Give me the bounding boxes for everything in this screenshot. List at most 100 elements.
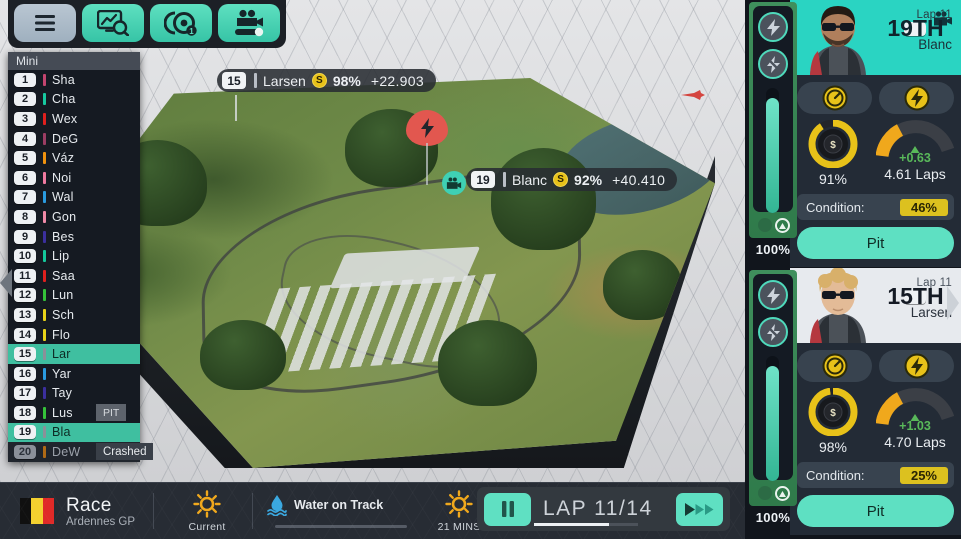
chart-search-icon [97,10,129,36]
svg-text:$: $ [830,140,836,151]
table-row[interactable]: 7 Wal [8,188,140,208]
svg-text:1: 1 [189,27,194,36]
tyre-compound-icon: S [311,73,327,88]
table-row[interactable]: 19 Bla [8,422,140,443]
weather-event-progress [275,525,408,528]
condition-value: 25% [899,466,948,484]
driver-nameplate-larsen[interactable]: 15 Larsen S 98% +22.903 [217,69,436,121]
table-row[interactable]: 11 Saa [8,266,140,286]
row-driver-name: Saa [52,268,75,283]
nameplate-team-color [254,73,257,88]
table-row[interactable]: 20 DeW Crashed [8,442,154,462]
energy-bolt-icon [904,85,929,111]
overtake-boost-button[interactable] [758,280,788,310]
driver-nameplate-blanc[interactable]: 19 Blanc S 92% +40.410 [442,168,678,195]
driver-position: 15TH [887,283,944,310]
camera-focus-badge[interactable] [442,171,466,195]
pit-button[interactable]: Pit [797,227,954,259]
table-row[interactable]: 16 Yar [8,364,140,384]
pit-button[interactable]: Pit [797,495,954,527]
menu-button[interactable] [14,4,76,42]
strategy-button[interactable]: 1 [150,4,212,42]
row-position: 14 [14,327,36,342]
nameplate-gap: +22.903 [370,72,424,89]
row-driver-name: Gon [52,209,77,224]
triangle-up-icon [779,490,786,497]
driver-card-stats: $ 98% +1.03 4.70 Laps [797,388,955,455]
divider [153,493,155,529]
table-row[interactable]: 1 Sha [8,70,140,90]
fuel-delta: +1.03 [899,419,931,433]
driver-card-larsen[interactable]: Lap 11 15TH Larsen $ 98% +1.03 4.70 Laps… [790,268,961,535]
team-color-tick [43,132,46,145]
nameplate-tyre-percent: 92% [574,171,603,188]
weather-current-label: Current [188,520,226,533]
table-row[interactable]: 8 Gon [8,207,140,227]
energy-panel-blanc[interactable]: 100% [749,2,797,257]
driver-card-header: Lap 11 19TH Blanc [790,0,961,75]
table-row[interactable]: 10 Lip [8,246,140,266]
table-row[interactable]: 18 Lus PIT [8,403,140,423]
row-driver-name: Bes [52,229,75,244]
defend-boost-button[interactable] [758,49,788,79]
nameplate-driver-name: Larsen [263,72,306,89]
table-row[interactable]: 5 Váz [8,148,140,168]
row-position: 19 [14,425,36,440]
overtake-boost-button[interactable] [758,12,788,42]
table-row[interactable]: 6 Noi [8,168,140,188]
tyre-compound-icon: S [553,172,569,187]
boost-button[interactable] [879,350,954,382]
nameplate-driver-name: Blanc [512,171,548,188]
table-row[interactable]: 13 Sch [8,305,140,325]
driver-card-blanc[interactable]: Lap 11 19TH Blanc $ 91% +0.63 4.61 Laps … [790,0,961,267]
pause-button[interactable] [484,492,531,526]
leaderboard-collapse-handle[interactable] [0,268,13,298]
weather-current: Current [176,489,238,533]
table-row[interactable]: 9 Bes [8,227,140,247]
table-row[interactable]: 17 Tay [8,384,140,404]
table-row[interactable]: 12 Lun [8,286,140,306]
condition-row: Condition: 46% [797,194,954,220]
energy-increase-button[interactable] [775,486,790,501]
table-row[interactable]: 2 Cha [8,90,140,110]
card-next-arrow[interactable] [947,286,959,325]
incident-marker[interactable] [406,110,448,185]
table-row[interactable]: 14 Flo [8,325,140,345]
row-position: 4 [14,131,36,146]
pace-dial-icon [822,85,847,111]
mini-leaderboard[interactable]: Mini 1 Sha 2 Cha 3 Wex 4 DeG 5 Váz 6 Noi 7 Wal 8 Gon 9 Be… [8,52,154,462]
row-position: 13 [14,307,36,322]
row-driver-name: Cha [52,92,76,107]
table-row[interactable]: 3 Wex [8,109,140,129]
flag-stripe [42,498,54,524]
telemetry-button[interactable] [82,4,144,42]
overtake-boost-icon [766,286,780,304]
camera-button[interactable] [218,4,280,42]
fast-forward-icon [684,502,713,516]
fast-forward-button[interactable] [676,492,723,526]
row-driver-name: DeW [52,445,81,460]
row-position: 5 [14,151,36,166]
energy-status-dot [758,486,772,500]
defend-boost-button[interactable] [758,317,788,347]
boost-button[interactable] [879,82,954,114]
table-row[interactable]: 4 DeG [8,129,140,149]
pace-button[interactable] [797,82,872,114]
top-toolbar: 1 [8,0,286,48]
tree-cluster [490,148,597,250]
row-position: 10 [14,249,36,264]
team-color-tick [43,348,46,361]
pace-button[interactable] [797,350,872,382]
team-color-tick [43,112,46,125]
energy-bar-track [766,88,779,213]
nameplate-position: 19 [471,171,495,188]
team-color-tick [43,446,46,459]
energy-panel-larsen[interactable]: 100% [749,270,797,525]
game-root: 1 Mini 1 Sha 2 Cha 3 Wex 4 DeG 5 Váz 6 Noi 7 Wal 8 Gon 9… [0,0,961,539]
energy-increase-button[interactable] [775,218,790,233]
team-color-tick [43,250,46,263]
table-row[interactable]: 15 Lar [8,344,140,364]
airplane-icon [681,90,705,100]
team-color-tick [43,171,46,184]
camera-icon [446,177,462,189]
